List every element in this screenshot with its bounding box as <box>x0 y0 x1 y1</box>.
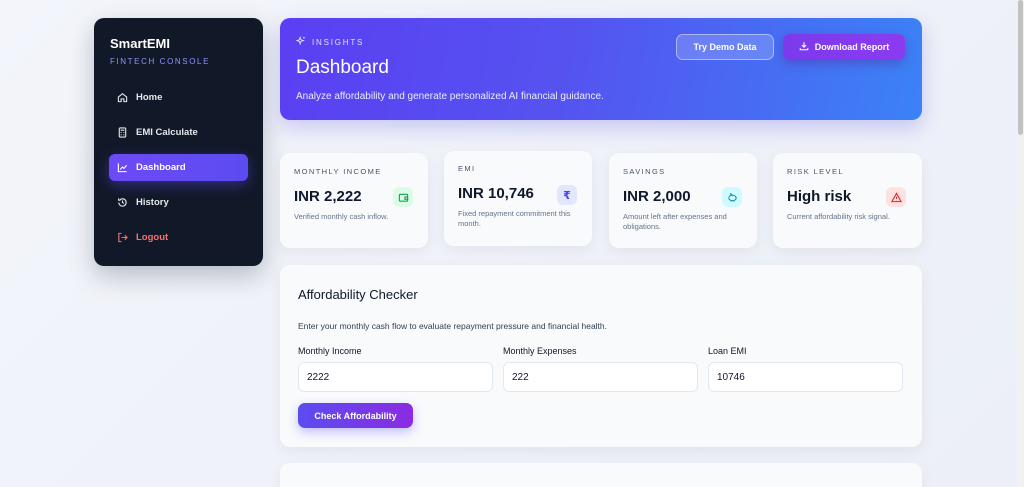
logout-icon <box>117 232 128 243</box>
sidebar-item-logout[interactable]: Logout <box>109 224 248 251</box>
field-label: Loan EMI <box>708 346 747 356</box>
sidebar-item-history[interactable]: History <box>109 189 248 216</box>
loan-emi-input[interactable]: 10746 <box>708 362 903 392</box>
scrollbar-thumb[interactable] <box>1018 0 1023 135</box>
sidebar-item-label: Home <box>136 92 163 103</box>
stat-card-risk-level: RISK LEVEL High risk Current affordabili… <box>773 153 922 248</box>
history-icon <box>117 197 128 208</box>
stat-description: Fixed repayment commitment this month. <box>458 209 571 228</box>
affordability-checker: Affordability Checker Enter your monthly… <box>280 265 922 447</box>
dashboard-header: INSIGHTS Dashboard Analyze affordability… <box>280 18 922 120</box>
sidebar-item-label: History <box>136 197 169 208</box>
next-section-card <box>280 463 922 487</box>
download-report-label: Download Report <box>814 42 890 52</box>
piggy-bank-icon <box>722 187 742 207</box>
page-subtitle: Analyze affordability and generate perso… <box>296 91 604 102</box>
warning-icon <box>886 187 906 207</box>
sidebar-nav: Home EMI Calculate Dashboard History Log… <box>109 84 248 251</box>
sidebar-item-label: EMI Calculate <box>136 127 198 138</box>
sidebar-item-label: Dashboard <box>136 162 186 173</box>
monthly-income-input[interactable]: 2222 <box>298 362 493 392</box>
page-scrollbar[interactable] <box>1017 0 1024 487</box>
eyebrow-label: INSIGHTS <box>312 37 365 47</box>
chart-line-icon <box>117 162 128 173</box>
stat-card-monthly-income: MONTHLY INCOME INR 2,222 Verified monthl… <box>280 153 428 248</box>
wallet-icon <box>393 187 413 207</box>
checker-description: Enter your monthly cash flow to evaluate… <box>298 321 608 331</box>
stat-description: Amount left after expenses and obligatio… <box>623 212 727 231</box>
brand-subtitle: FINTECH CONSOLE <box>110 57 211 66</box>
download-icon <box>799 41 809 53</box>
sidebar-item-home[interactable]: Home <box>109 84 248 111</box>
checker-title: Affordability Checker <box>298 287 418 302</box>
rupee-icon: ₹ <box>557 185 577 205</box>
sidebar-item-dashboard[interactable]: Dashboard <box>109 154 248 181</box>
field-label: Monthly Expenses <box>503 346 577 356</box>
monthly-expenses-field: Monthly Expenses 222 <box>503 346 698 392</box>
field-label: Monthly Income <box>298 346 362 356</box>
stat-card-emi: EMI INR 10,746 Fixed repayment commitmen… <box>444 151 592 246</box>
sparkle-icon <box>295 35 306 48</box>
stat-label: MONTHLY INCOME <box>294 167 382 176</box>
home-icon <box>117 92 128 103</box>
calculator-icon <box>117 127 128 138</box>
download-report-button[interactable]: Download Report <box>783 34 905 60</box>
loan-emi-field: Loan EMI 10746 <box>708 346 903 392</box>
stat-description: Verified monthly cash inflow. <box>294 212 389 221</box>
monthly-expenses-input[interactable]: 222 <box>503 362 698 392</box>
stat-description: Current affordability risk signal. <box>787 212 890 221</box>
check-affordability-button[interactable]: Check Affordability <box>298 403 413 428</box>
sidebar: SmartEMI FINTECH CONSOLE Home EMI Calcul… <box>94 18 263 266</box>
monthly-income-field: Monthly Income 2222 <box>298 346 493 392</box>
page-title: Dashboard <box>296 57 389 78</box>
sidebar-item-emi-calculate[interactable]: EMI Calculate <box>109 119 248 146</box>
stat-label: SAVINGS <box>623 167 666 176</box>
try-demo-data-button[interactable]: Try Demo Data <box>676 34 774 60</box>
stat-card-savings: SAVINGS INR 2,000 Amount left after expe… <box>609 153 757 248</box>
brand-name: SmartEMI <box>110 36 170 51</box>
sidebar-item-label: Logout <box>136 232 169 243</box>
stat-label: EMI <box>458 164 476 173</box>
stat-label: RISK LEVEL <box>787 167 844 176</box>
